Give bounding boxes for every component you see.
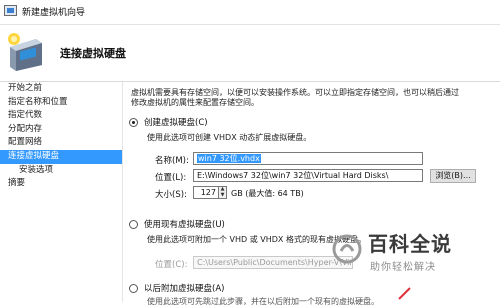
step-name-location[interactable]: 指定名称和位置 bbox=[0, 96, 122, 110]
create-disk-desc: 使用此选项可创建 VHDX 动态扩展虚拟硬盘。 bbox=[147, 133, 312, 142]
watermark-subtitle: 助你轻松解决 bbox=[370, 262, 436, 273]
app-window-icon bbox=[4, 5, 17, 16]
existing-disk-radio[interactable] bbox=[129, 219, 138, 229]
step-before-you-begin[interactable]: 开始之前 bbox=[0, 82, 122, 96]
wizard-header: 连接虚拟硬盘 bbox=[0, 25, 500, 82]
step-install-options[interactable]: 安装选项 bbox=[0, 164, 122, 178]
step-summary[interactable]: 摘要 bbox=[0, 177, 122, 191]
size-label: 大小(S): bbox=[155, 190, 187, 200]
name-label: 名称(M): bbox=[155, 156, 189, 166]
location-label: 位置(L): bbox=[155, 173, 187, 183]
existing-location-input[interactable]: C:\Users\Public\Documents\Hyper-V\Virtua… bbox=[193, 256, 353, 269]
name-input-value: win7 32位.vhdx bbox=[197, 154, 261, 163]
intro-line-1: 虚拟机需要具有存储空间，以便可以安装操作系统。可以立即指定存储空间，也可以稍后通… bbox=[131, 88, 459, 97]
watermark-overlay: 百科全说 助你轻松解决 bbox=[330, 226, 500, 278]
existing-disk-label: 使用现有虚拟硬盘(U) bbox=[144, 220, 225, 230]
create-disk-radio[interactable] bbox=[129, 117, 138, 127]
step-generation[interactable]: 指定代数 bbox=[0, 109, 122, 123]
intro-text: 虚拟机需要具有存储空间，以便可以安装操作系统。可以立即指定存储空间，也可以稍后通… bbox=[131, 88, 493, 108]
name-input[interactable]: win7 32位.vhdx bbox=[193, 152, 423, 165]
browse-button[interactable]: 浏览(B)... bbox=[430, 169, 476, 183]
watermark-logo-icon bbox=[332, 234, 362, 264]
step-memory[interactable]: 分配内存 bbox=[0, 123, 122, 137]
size-spinner[interactable]: ▲ ▼ bbox=[219, 186, 227, 199]
watermark-title: 百科全说 bbox=[368, 232, 452, 256]
title-bar: 新建虚拟机向导 bbox=[0, 0, 500, 25]
existing-disk-option[interactable]: 使用现有虚拟硬盘(U) bbox=[129, 218, 225, 230]
intro-line-2: 修改虚拟机的属性来配置存储空间。 bbox=[131, 98, 259, 107]
size-input[interactable]: 127 bbox=[193, 186, 219, 199]
page-title: 连接虚拟硬盘 bbox=[60, 47, 126, 60]
spin-down-icon[interactable]: ▼ bbox=[219, 192, 226, 199]
wizard-disk-icon bbox=[8, 33, 42, 71]
attach-later-label: 以后附加虚拟硬盘(A) bbox=[144, 284, 225, 294]
create-disk-option[interactable]: 创建虚拟硬盘(C) bbox=[129, 116, 208, 128]
create-disk-label: 创建虚拟硬盘(C) bbox=[144, 118, 208, 128]
step-network[interactable]: 配置网络 bbox=[0, 136, 122, 150]
size-unit-text: GB (最大值: 64 TB) bbox=[231, 189, 304, 198]
existing-location-label: 位置(C): bbox=[155, 260, 188, 270]
wizard-steps-sidebar: 开始之前 指定名称和位置 指定代数 分配内存 配置网络 连接虚拟硬盘 安装选项 … bbox=[0, 82, 123, 302]
step-virtual-disk[interactable]: 连接虚拟硬盘 bbox=[0, 149, 122, 164]
attach-later-option[interactable]: 以后附加虚拟硬盘(A) bbox=[129, 282, 224, 294]
window-title: 新建虚拟机向导 bbox=[22, 8, 86, 18]
attach-later-radio[interactable] bbox=[129, 283, 138, 293]
cursor-icon bbox=[398, 287, 411, 300]
location-input[interactable]: E:\Windows7 32位\win7 32位\Virtual Hard Di… bbox=[193, 169, 423, 182]
